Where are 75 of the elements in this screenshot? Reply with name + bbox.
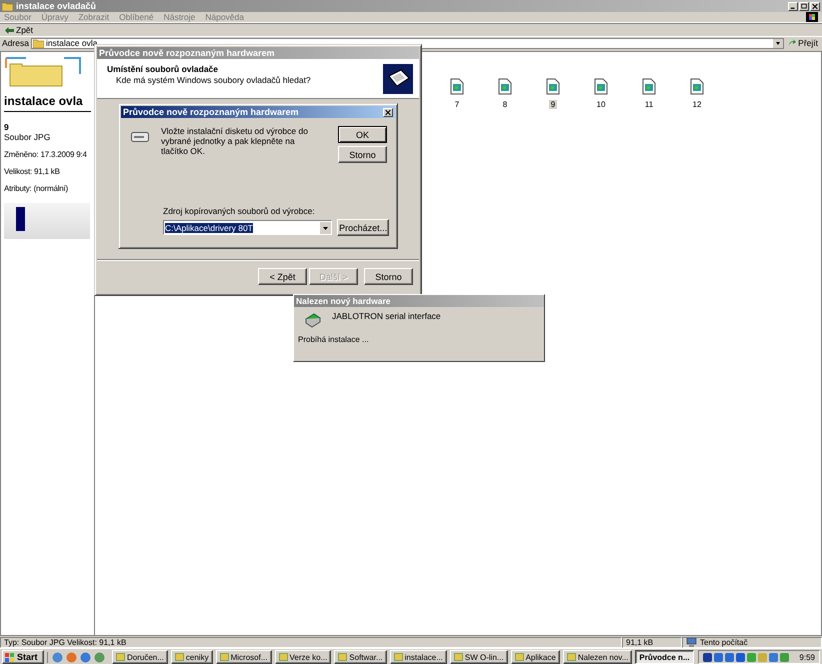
folder-icon	[32, 38, 44, 48]
wizard-heading: Umístění souborů ovladače	[107, 64, 219, 74]
window-icon	[338, 653, 348, 661]
folder-banner-icon	[4, 56, 84, 88]
windows-logo-icon	[806, 12, 818, 22]
taskbar-button[interactable]: instalace...	[390, 650, 447, 664]
taskbar-button[interactable]: Aplikace	[510, 650, 560, 664]
instruction-text: Vložte instalační disketu od výrobce do vybrané jednotky a pak klepněte na tlačítko OK.	[161, 126, 309, 157]
browse-button[interactable]: Procházet...	[337, 219, 389, 236]
install-status: Probíhá instalace ...	[297, 334, 370, 346]
taskbar-button[interactable]: Microsof...	[216, 650, 272, 664]
file-name: 9	[4, 122, 10, 132]
window-icon	[174, 653, 184, 661]
status-size: 91,1 kB	[622, 636, 682, 648]
start-button[interactable]: Start	[2, 650, 44, 664]
taskbar-button[interactable]: Verze ko...	[274, 650, 332, 664]
notification-title: Nalezen nový hardware	[296, 296, 390, 306]
window-icon	[220, 653, 229, 661]
file-detail: Změněno: 17.3.2009 9:4	[4, 150, 88, 159]
image-file-icon[interactable]	[546, 78, 560, 95]
hardware-wizard-icon	[383, 64, 413, 94]
file-name[interactable]: 8	[500, 100, 510, 109]
hardware-board-icon	[304, 311, 322, 329]
taskbar-button[interactable]: Průvodce n...	[635, 650, 694, 664]
computer-icon	[686, 638, 697, 646]
source-combo-box[interactable]: C:\Aplikace\drivery 80T	[163, 220, 332, 235]
window-icon	[454, 653, 463, 661]
source-label: Zdroj kopírovaných souborů od výrobce:	[163, 206, 316, 216]
file-type: Soubor JPG	[4, 132, 52, 142]
folder-icon	[2, 2, 13, 10]
wizard-button[interactable]: < Zpět	[258, 268, 307, 285]
quick-launch-icon[interactable]	[80, 652, 91, 662]
go-button[interactable]: Přejít	[786, 38, 820, 48]
back-arrow-icon	[5, 26, 14, 34]
window-title: instalace ovladačů	[16, 1, 96, 11]
file-detail: Velikost: 91,1 kB	[4, 167, 61, 176]
taskbar-button[interactable]: Doručen...	[112, 650, 168, 664]
close-icon[interactable]	[383, 108, 393, 116]
dialog-button[interactable]: Storno	[338, 146, 387, 163]
device-name: JABLOTRON serial interface	[332, 311, 441, 321]
file-name[interactable]: 12	[690, 100, 704, 109]
clock: 9:59	[799, 652, 815, 662]
file-detail: Atributy: (normální)	[4, 184, 70, 193]
address-label: Adresa	[2, 38, 29, 48]
file-name[interactable]: 11	[642, 100, 656, 109]
folder-heading: instalace ovla	[4, 94, 91, 112]
image-file-icon[interactable]	[594, 78, 608, 95]
taskbar-button[interactable]: SW O-lin...	[450, 650, 508, 664]
wizard-button[interactable]: Storno	[364, 268, 413, 285]
taskbar-button[interactable]: ceniky	[170, 650, 213, 664]
window-icon	[566, 653, 576, 661]
window-icon	[278, 653, 288, 661]
floppy-drive-icon	[131, 132, 149, 142]
image-file-icon[interactable]	[690, 78, 704, 95]
status-text: Typ: Soubor JPG Velikost: 91,1 kB	[0, 636, 622, 648]
image-file-icon[interactable]	[498, 78, 512, 95]
image-file-icon[interactable]	[642, 78, 656, 95]
file-name[interactable]: 9	[548, 100, 558, 109]
status-location: Tento počítač	[682, 636, 822, 648]
taskbar-button[interactable]: Softwar...	[334, 650, 387, 664]
go-arrow-icon	[788, 39, 796, 47]
taskbar-button[interactable]: Nalezen nov...	[562, 650, 632, 664]
dropdown-arrow-icon[interactable]	[773, 38, 784, 48]
window-icon	[394, 653, 403, 661]
dialog-button[interactable]: OK	[338, 126, 387, 143]
window-icon	[514, 653, 524, 661]
image-file-icon[interactable]	[450, 78, 464, 95]
window-icon	[116, 653, 125, 661]
dialog-title: Průvodce nově rozpoznaným hardwarem	[123, 107, 299, 117]
windows-flag-icon	[5, 652, 15, 662]
back-button[interactable]: Zpět	[3, 25, 36, 35]
wizard-subheading: Kde má systém Windows soubory ovladačů hledat?	[115, 75, 311, 85]
file-name[interactable]: 7	[452, 100, 462, 109]
file-name[interactable]: 10	[594, 100, 608, 109]
window-title: Průvodce nově rozpoznaným hardwarem	[99, 48, 275, 58]
